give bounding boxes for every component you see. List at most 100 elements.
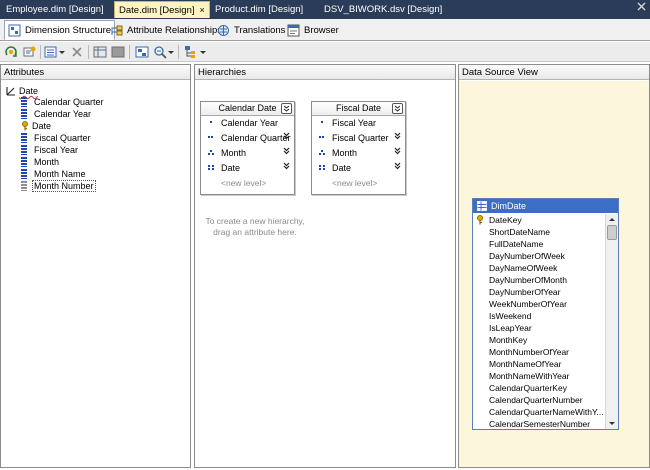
- double-chevron-down-icon[interactable]: [394, 132, 401, 142]
- new-hierarchy-hint: To create a new hierarchy, drag an attri…: [205, 216, 305, 237]
- table-icon: [477, 201, 487, 211]
- dsv-table[interactable]: DimDate DateKey ShortDateName FullDateNa…: [472, 198, 619, 430]
- vertical-scrollbar[interactable]: [605, 214, 618, 429]
- hierarchy-tree-icon[interactable]: [183, 45, 197, 59]
- scroll-down-icon[interactable]: [606, 418, 618, 429]
- level-four-dot-icon: [319, 164, 325, 172]
- hierarchy-level[interactable]: Calendar Year: [201, 116, 294, 131]
- scroll-up-icon[interactable]: [606, 214, 618, 225]
- dsv-column[interactable]: WeekNumberOfYear: [473, 298, 606, 310]
- new-level-placeholder[interactable]: <new level>: [312, 176, 405, 190]
- hierarchy-title-bar[interactable]: Fiscal Date: [312, 102, 405, 116]
- level-label: Fiscal Year: [332, 118, 377, 128]
- dsv-column[interactable]: ShortDateName: [473, 226, 606, 238]
- attribute-item[interactable]: Calendar Quarter: [21, 96, 104, 108]
- designer-toolbar: [0, 42, 650, 62]
- dsv-column[interactable]: DateKey: [473, 214, 606, 226]
- close-tab-icon[interactable]: ×: [200, 5, 205, 15]
- dsv-column-name: CalendarQuarterNumber: [489, 395, 583, 405]
- attribute-item[interactable]: Month Name: [21, 168, 104, 180]
- attribute-item[interactable]: Fiscal Year: [21, 144, 104, 156]
- dsv-column[interactable]: CalendarQuarterNumber: [473, 394, 606, 406]
- diagram-icon[interactable]: [135, 45, 149, 59]
- hierarchy-level[interactable]: Fiscal Year: [312, 116, 405, 131]
- hierarchy-level[interactable]: Month: [312, 146, 405, 161]
- dsv-column[interactable]: FullDateName: [473, 238, 606, 250]
- refresh-icon[interactable]: [22, 45, 36, 59]
- zoom-icon[interactable]: [153, 45, 167, 59]
- collapse-icon[interactable]: [281, 103, 292, 114]
- hierarchy-level[interactable]: Fiscal Quarter: [312, 131, 405, 146]
- new-level-placeholder[interactable]: <new level>: [201, 176, 294, 190]
- chevron-down-icon[interactable]: [58, 45, 66, 59]
- close-window-icon[interactable]: [637, 2, 646, 14]
- collapse-icon[interactable]: [392, 103, 403, 114]
- show-list-icon[interactable]: [44, 45, 58, 59]
- toolbar-separator: [129, 45, 130, 59]
- hierarchy-level[interactable]: Date: [312, 161, 405, 176]
- hierarchy-level[interactable]: Month: [201, 146, 294, 161]
- double-chevron-down-icon[interactable]: [394, 147, 401, 157]
- hierarchy-level[interactable]: Date: [201, 161, 294, 176]
- attribute-item-selected[interactable]: Month Number: [21, 180, 104, 192]
- process-icon[interactable]: [4, 45, 18, 59]
- doc-tab-product[interactable]: Product.dim [Design]: [211, 1, 307, 18]
- delete-icon[interactable]: [70, 45, 84, 59]
- dsv-column[interactable]: DayNumberOfYear: [473, 286, 606, 298]
- attribute-item[interactable]: Calendar Year: [21, 108, 104, 120]
- dsv-canvas[interactable]: DimDate DateKey ShortDateName FullDateNa…: [459, 81, 649, 467]
- dsv-column[interactable]: CalendarSemesterNumber: [473, 418, 606, 429]
- attribute-list: Calendar Quarter Calendar Year Date Fisc…: [21, 96, 104, 192]
- dsv-column[interactable]: DayNumberOfWeek: [473, 250, 606, 262]
- chevron-down-icon[interactable]: [199, 45, 207, 59]
- dsv-column[interactable]: IsLeapYear: [473, 322, 606, 334]
- attribute-icon: [21, 181, 27, 191]
- hierarchy-title-bar[interactable]: Calendar Date: [201, 102, 294, 116]
- dsv-column-name: CalendarQuarterKey: [489, 383, 567, 393]
- doc-tab-employee[interactable]: Employee.dim [Design]: [2, 1, 108, 18]
- show-grid-icon[interactable]: [93, 45, 107, 59]
- dsv-column-name: DayNumberOfMonth: [489, 275, 567, 285]
- attribute-label: Fiscal Year: [34, 145, 79, 155]
- doc-tab-label: Date.dim [Design]: [119, 5, 195, 16]
- hierarchies-canvas[interactable]: Calendar Date Calendar Year Calendar Qua…: [195, 81, 455, 467]
- tab-browser[interactable]: Browser: [284, 20, 342, 40]
- dsv-column-name: DayNameOfWeek: [489, 263, 558, 273]
- hide-icon[interactable]: [111, 45, 125, 59]
- attributes-pane: Attributes Date Calendar Quarter Calenda…: [0, 64, 191, 468]
- attribute-item[interactable]: Date: [21, 120, 104, 132]
- dsv-column[interactable]: MonthNameOfYear: [473, 358, 606, 370]
- double-chevron-down-icon[interactable]: [283, 162, 290, 172]
- attribute-icon: [21, 97, 27, 107]
- attribute-item[interactable]: Month: [21, 156, 104, 168]
- dsv-column[interactable]: CalendarQuarterNameWithY...: [473, 406, 606, 418]
- hierarchy-box[interactable]: Calendar Date Calendar Year Calendar Qua…: [200, 101, 295, 195]
- dsv-column[interactable]: CalendarQuarterKey: [473, 382, 606, 394]
- scrollbar-thumb[interactable]: [607, 225, 617, 240]
- dsv-column[interactable]: DayNumberOfMonth: [473, 274, 606, 286]
- dsv-column[interactable]: MonthNameWithYear: [473, 370, 606, 382]
- hierarchy-box[interactable]: Fiscal Date Fiscal Year Fiscal Quarter M…: [311, 101, 406, 195]
- dsv-column[interactable]: MonthNumberOfYear: [473, 346, 606, 358]
- dsv-column[interactable]: MonthKey: [473, 334, 606, 346]
- tab-translations[interactable]: Translations: [214, 20, 288, 40]
- attribute-icon: [21, 133, 27, 143]
- dsv-table-header[interactable]: DimDate: [473, 199, 618, 213]
- double-chevron-down-icon[interactable]: [283, 132, 290, 142]
- chevron-down-icon[interactable]: [167, 45, 175, 59]
- double-chevron-down-icon[interactable]: [394, 162, 401, 172]
- level-label: Fiscal Quarter: [332, 133, 389, 143]
- level-three-dot-icon: [208, 149, 214, 157]
- toolbar-separator: [88, 45, 89, 59]
- double-chevron-down-icon[interactable]: [283, 147, 290, 157]
- doc-tab-dsv[interactable]: DSV_BIWORK.dsv [Design]: [320, 1, 446, 18]
- tab-label: Attribute Relationships: [127, 24, 223, 36]
- doc-tab-date[interactable]: Date.dim [Design] ×: [114, 1, 210, 18]
- dsv-column[interactable]: IsWeekend: [473, 310, 606, 322]
- attribute-item[interactable]: Fiscal Quarter: [21, 132, 104, 144]
- dsv-column[interactable]: DayNameOfWeek: [473, 262, 606, 274]
- dsv-column-name: IsLeapYear: [489, 323, 532, 333]
- hierarchy-level[interactable]: Calendar Quarter: [201, 131, 294, 146]
- tab-attribute-relationships[interactable]: Attribute Relationships: [107, 20, 225, 40]
- tab-dimension-structure[interactable]: Dimension Structure: [4, 20, 116, 40]
